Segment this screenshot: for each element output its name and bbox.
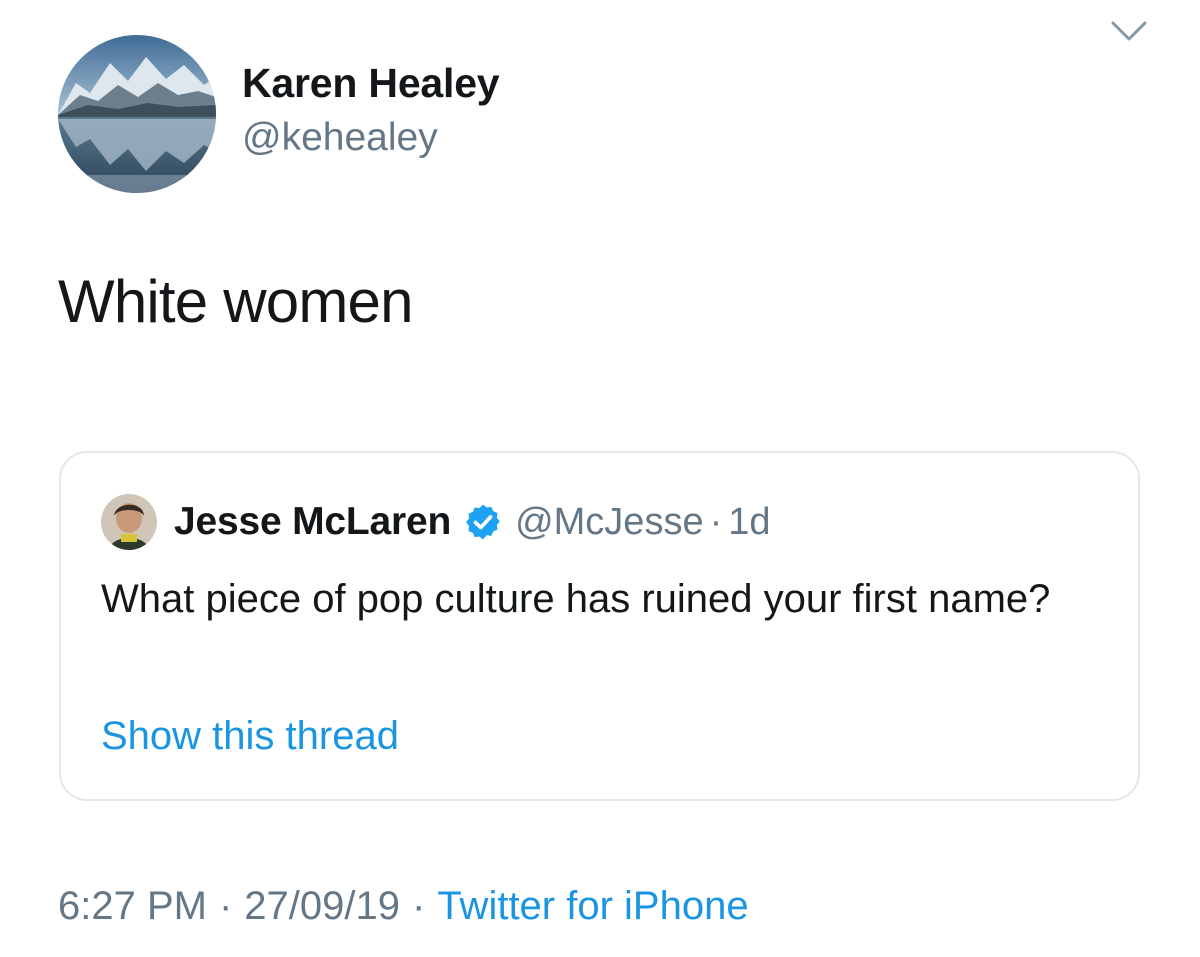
tweet-footer: 6:27 PM · 27/09/19 · Twitter for iPhone: [58, 880, 749, 932]
tweet-source-link[interactable]: Twitter for iPhone: [437, 884, 748, 928]
separator-dot: ·: [218, 884, 233, 928]
chevron-down-icon[interactable]: [1110, 18, 1148, 44]
tweet-time[interactable]: 6:27 PM: [58, 884, 207, 928]
author-handle[interactable]: @kehealey: [242, 113, 438, 163]
tweet-date[interactable]: 27/09/19: [244, 884, 400, 928]
author-display-name[interactable]: Karen Healey: [242, 57, 500, 109]
quoted-tweet-time[interactable]: 1d: [728, 501, 770, 544]
quoted-author-avatar[interactable]: [101, 494, 157, 550]
show-thread-link[interactable]: Show this thread: [101, 710, 399, 762]
quoted-tweet-text: What piece of pop culture has ruined you…: [101, 577, 1051, 621]
author-avatar[interactable]: [58, 35, 216, 193]
quoted-author-display-name[interactable]: Jesse McLaren: [174, 500, 451, 544]
separator-dot: ·: [709, 500, 723, 543]
quoted-tweet-card[interactable]: Jesse McLaren @McJesse · 1d What piece o…: [59, 451, 1140, 801]
quoted-tweet-header: Jesse McLaren @McJesse · 1d: [174, 495, 771, 549]
tweet-text: White women: [58, 268, 413, 335]
verified-badge-icon: [463, 502, 503, 542]
quoted-author-handle[interactable]: @McJesse: [515, 501, 704, 544]
separator-dot: ·: [412, 884, 426, 928]
